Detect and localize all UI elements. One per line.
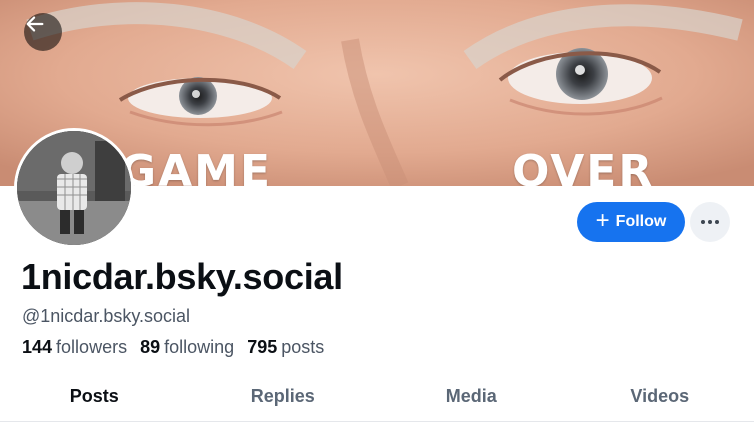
posts-stat: 795 posts (247, 337, 324, 357)
following-link[interactable]: 89 following (140, 337, 234, 357)
display-name: 1nicdar.bsky.social (21, 256, 343, 297)
profile-tabs: Posts Replies Media Videos (0, 372, 754, 422)
profile-page: GAME OVER + Follow 1nicdar.bsky.social @… (0, 0, 754, 422)
avatar[interactable] (14, 128, 134, 248)
plus-icon: + (595, 207, 610, 234)
follow-button-label: Follow (615, 213, 667, 230)
posts-count: 795 (247, 337, 278, 357)
follow-button[interactable]: + Follow (577, 202, 685, 242)
followers-count: 144 (22, 337, 53, 357)
followers-label: followers (56, 337, 128, 357)
back-button[interactable] (24, 13, 62, 51)
banner-text-over: OVER (512, 146, 655, 186)
following-count: 89 (140, 337, 161, 357)
more-options-button[interactable] (690, 202, 730, 242)
ellipsis-icon (701, 220, 719, 224)
profile-stats: 144 followers 89 following 795 posts (22, 337, 332, 358)
followers-link[interactable]: 144 followers (22, 337, 127, 357)
tab-media[interactable]: Media (377, 372, 566, 421)
arrow-left-icon (26, 16, 44, 32)
avatar-image (17, 131, 131, 245)
following-label: following (164, 337, 235, 357)
tab-replies[interactable]: Replies (189, 372, 378, 421)
tab-videos[interactable]: Videos (566, 372, 754, 421)
profile-handle: @1nicdar.bsky.social (22, 306, 191, 326)
banner-text-game: GAME (120, 146, 273, 186)
posts-label: posts (281, 337, 325, 357)
tab-posts[interactable]: Posts (0, 372, 189, 421)
